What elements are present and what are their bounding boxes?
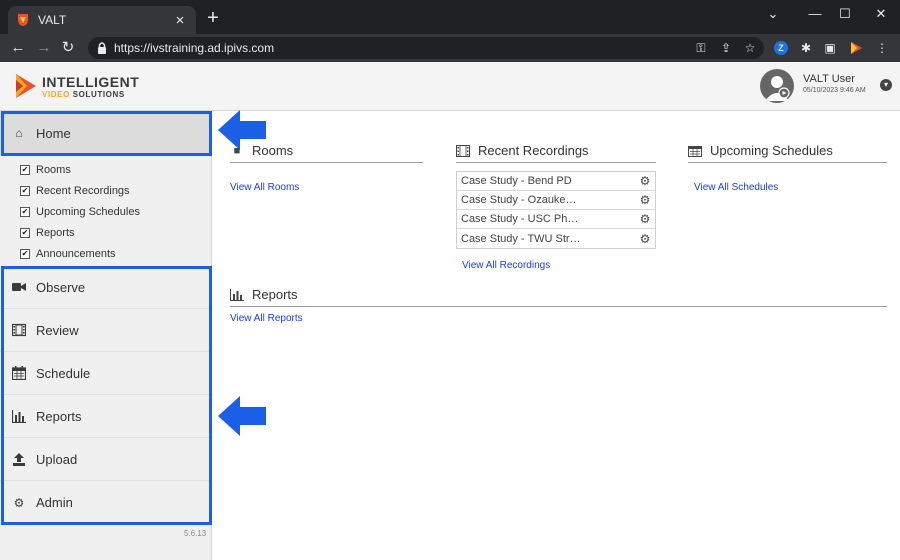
minimize-icon[interactable]: — <box>800 4 830 24</box>
checkbox-checked[interactable]: ✔ <box>20 185 30 196</box>
gear-icon[interactable]: ⚙ <box>639 194 651 206</box>
home-highlight-box <box>1 111 212 156</box>
reports-header: Reports <box>230 287 887 307</box>
home-widget-rooms[interactable]: ✔ Rooms <box>0 159 212 180</box>
home-widget-upcoming-schedules[interactable]: ✔ Upcoming Schedules <box>0 201 212 222</box>
recordings-header: Recent Recordings <box>456 143 656 163</box>
key-icon[interactable]: ⚿ <box>693 40 709 56</box>
logo-text-secondary: VIDEO SOLUTIONS <box>42 90 125 99</box>
film-icon <box>456 144 470 157</box>
logo-mark-icon <box>16 74 36 98</box>
section-title: Upcoming Schedules <box>710 143 833 158</box>
side-panel-icon[interactable]: ▣ <box>822 40 838 56</box>
new-tab-icon[interactable]: + <box>203 8 223 28</box>
view-all-recordings-link[interactable]: View All Recordings <box>462 260 550 271</box>
browser-tab[interactable]: VALT × <box>8 6 196 34</box>
app-version: 5.6.13 <box>184 529 207 538</box>
section-title: Reports <box>252 287 298 302</box>
rooms-section: ■ Rooms View All Rooms <box>230 143 423 195</box>
home-widget-reports[interactable]: ✔ Reports <box>0 222 212 243</box>
play-extension-icon[interactable] <box>848 40 864 56</box>
calendar-icon <box>688 145 702 157</box>
tab-close-icon[interactable]: × <box>172 12 188 29</box>
upcoming-schedules-section: Upcoming Schedules View All Schedules <box>688 143 887 195</box>
schedules-header: Upcoming Schedules <box>688 143 887 163</box>
list-item[interactable]: Case Study - USC Ph… ⚙ <box>457 210 655 229</box>
tab-search-icon[interactable]: ⌄ <box>758 4 788 24</box>
arrow-left-icon <box>218 396 266 436</box>
section-title: Recent Recordings <box>478 143 589 158</box>
gear-icon[interactable]: ⚙ <box>639 175 651 187</box>
list-item[interactable]: Case Study - Bend PD ⚙ <box>457 172 655 191</box>
forward-icon[interactable]: → <box>34 38 54 58</box>
recent-recordings-section: Recent Recordings Case Study - Bend PD ⚙ … <box>456 143 656 273</box>
view-all-reports-link[interactable]: View All Reports <box>230 313 303 324</box>
share-icon[interactable]: ⇪ <box>718 40 734 56</box>
checkbox-checked[interactable]: ✔ <box>20 248 30 259</box>
company-logo[interactable]: INTELLIGENT VIDEO SOLUTIONS <box>14 72 154 102</box>
home-widget-list: ✔ Rooms ✔ Recent Recordings ✔ Upcoming Sche… <box>0 159 212 264</box>
user-avatar-icon <box>765 76 790 101</box>
list-item[interactable]: Case Study - TWU Str… ⚙ <box>457 229 655 248</box>
url-text: https://ivstraining.ad.ipivs.com <box>114 41 275 55</box>
app-header: INTELLIGENT VIDEO SOLUTIONS VALT User 05… <box>0 62 900 111</box>
lock-icon <box>98 42 106 54</box>
checkbox-checked[interactable]: ✔ <box>20 206 30 217</box>
section-title: Rooms <box>252 143 294 158</box>
reports-section: Reports View All Reports <box>230 287 887 326</box>
logo-text-primary: INTELLIGENT <box>42 74 140 90</box>
rooms-header: ■ Rooms <box>230 143 423 163</box>
menu-highlight-box <box>1 266 212 525</box>
browser-toolbar: ← → ↻ https://ivstraining.ad.ipivs.com ⚿… <box>0 34 900 62</box>
checkbox-checked[interactable]: ✔ <box>20 227 30 238</box>
avatar[interactable] <box>760 69 794 103</box>
maximize-icon[interactable]: ☐ <box>830 4 860 24</box>
browser-menu-icon[interactable]: ⋮ <box>874 40 890 56</box>
user-name: VALT User <box>803 73 855 85</box>
video-camera-icon: ■ <box>233 144 241 157</box>
recordings-list: Case Study - Bend PD ⚙ Case Study - Ozauk… <box>456 171 656 249</box>
home-widget-announcements[interactable]: ✔ Announcements <box>0 243 212 264</box>
list-item[interactable]: Case Study - Ozauke… ⚙ <box>457 191 655 210</box>
user-login-date: 05/10/2023 9:46 AM <box>803 87 866 94</box>
address-bar[interactable]: https://ivstraining.ad.ipivs.com ⚿ ⇪ ☆ <box>88 37 764 59</box>
gear-icon[interactable]: ⚙ <box>639 213 651 225</box>
home-widget-recent-recordings[interactable]: ✔ Recent Recordings <box>0 180 212 201</box>
valt-favicon-icon <box>18 14 28 26</box>
bookmark-star-icon[interactable]: ☆ <box>742 40 758 56</box>
chevron-down-icon[interactable]: ▾ <box>880 79 892 91</box>
checkbox-checked[interactable]: ✔ <box>20 164 30 175</box>
zoom-extension-icon[interactable]: Z <box>774 41 788 55</box>
gear-icon[interactable]: ⚙ <box>639 233 651 245</box>
extensions-puzzle-icon[interactable]: ✱ <box>798 40 814 56</box>
view-all-schedules-link[interactable]: View All Schedules <box>694 182 778 193</box>
tab-title: VALT <box>38 13 67 27</box>
browser-title-bar: VALT × + ⌄ — ☐ ✕ <box>0 0 900 34</box>
close-window-icon[interactable]: ✕ <box>866 4 896 24</box>
back-icon[interactable]: ← <box>8 38 28 58</box>
view-all-rooms-link[interactable]: View All Rooms <box>230 182 299 193</box>
bar-chart-icon <box>230 288 244 301</box>
reload-icon[interactable]: ↻ <box>58 38 78 58</box>
